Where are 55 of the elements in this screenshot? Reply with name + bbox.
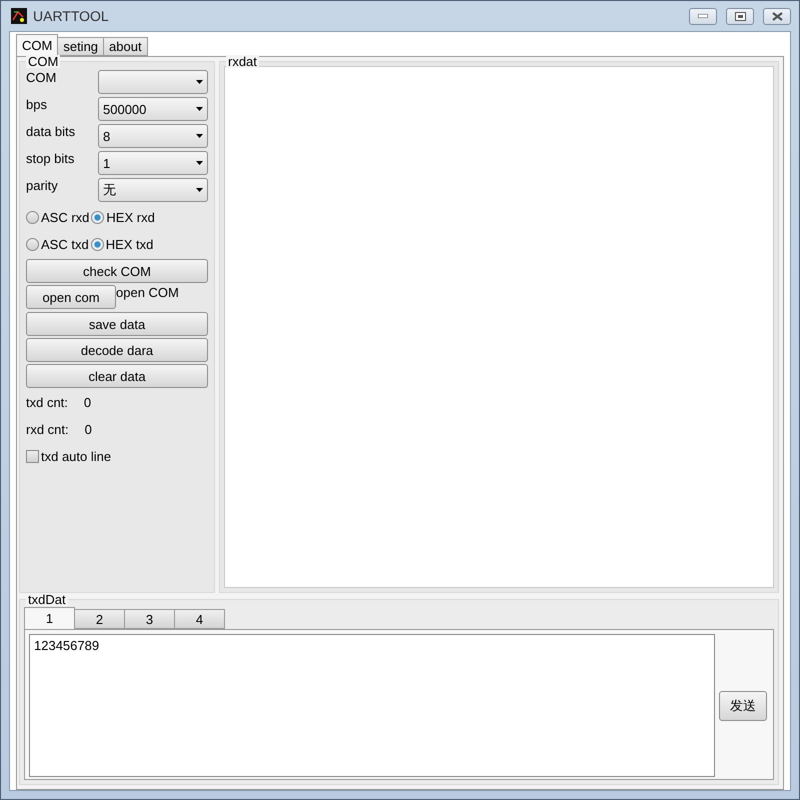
send-button[interactable]: 发送 [719, 690, 767, 720]
radio-button[interactable] [26, 238, 39, 251]
group-title: COM [26, 55, 60, 68]
dropdown[interactable]: 500000 [98, 97, 208, 121]
counter-label: txd cnt: [26, 394, 68, 410]
radio-label: ASC rxd [41, 210, 90, 226]
dropdown[interactable]: 8 [98, 124, 208, 148]
group-title: rxdat [226, 55, 259, 68]
checkbox-label: txd auto line [41, 448, 112, 464]
counter-label: rxd cnt: [26, 422, 69, 438]
minimize-icon [698, 14, 708, 18]
group-title: txdDat [26, 593, 68, 606]
radio-button[interactable] [26, 211, 39, 224]
counter-value: 0 [84, 422, 92, 438]
close-icon [772, 12, 782, 20]
dropdown-arrow-icon [196, 134, 203, 138]
field-label: COM [26, 70, 56, 87]
send-text-field[interactable]: 123456789 [29, 634, 715, 777]
action-button[interactable]: decode dara [26, 338, 208, 362]
action-button[interactable]: save data [26, 312, 208, 336]
dropdown-arrow-icon [196, 161, 203, 165]
field-label: parity [26, 178, 58, 195]
close-button[interactable] [763, 8, 791, 24]
field-label: stop bits [26, 151, 74, 168]
dropdown[interactable] [98, 70, 208, 94]
checkbox[interactable] [26, 450, 39, 463]
dropdown[interactable]: 1 [98, 151, 208, 175]
dropdown-arrow-icon [196, 188, 203, 192]
dropdown-arrow-icon [196, 107, 203, 111]
dropdown[interactable]: 无 [98, 178, 208, 202]
field-label: data bits [26, 124, 76, 141]
action-button[interactable]: clear data [26, 364, 208, 388]
radio-button[interactable] [91, 211, 104, 224]
radio-button[interactable] [90, 238, 104, 251]
field-label: bps [26, 97, 47, 114]
tab[interactable]: seting [57, 37, 104, 56]
check-com-button[interactable]: check COM [26, 259, 208, 283]
radio-label: HEX rxd [106, 210, 155, 226]
radio-label: HEX txd [106, 236, 154, 252]
counter-value: 0 [84, 394, 92, 410]
tab[interactable]: about [103, 37, 148, 56]
tab[interactable]: 3 [124, 609, 175, 629]
radio-label: ASC txd [41, 236, 89, 252]
tab[interactable]: 2 [74, 609, 125, 629]
maximize-icon [734, 12, 746, 20]
tab[interactable]: COM [16, 34, 58, 56]
dropdown-arrow-icon [196, 80, 203, 84]
maximize-button[interactable] [726, 8, 754, 24]
tab[interactable]: 1 [24, 607, 75, 629]
open-com-button[interactable]: open com [26, 285, 116, 309]
window-title: UARTTOOL [33, 8, 110, 24]
status-label: open COM [116, 285, 179, 301]
app-icon [11, 8, 27, 24]
tab[interactable]: 4 [174, 609, 225, 629]
minimize-button[interactable] [689, 8, 717, 24]
